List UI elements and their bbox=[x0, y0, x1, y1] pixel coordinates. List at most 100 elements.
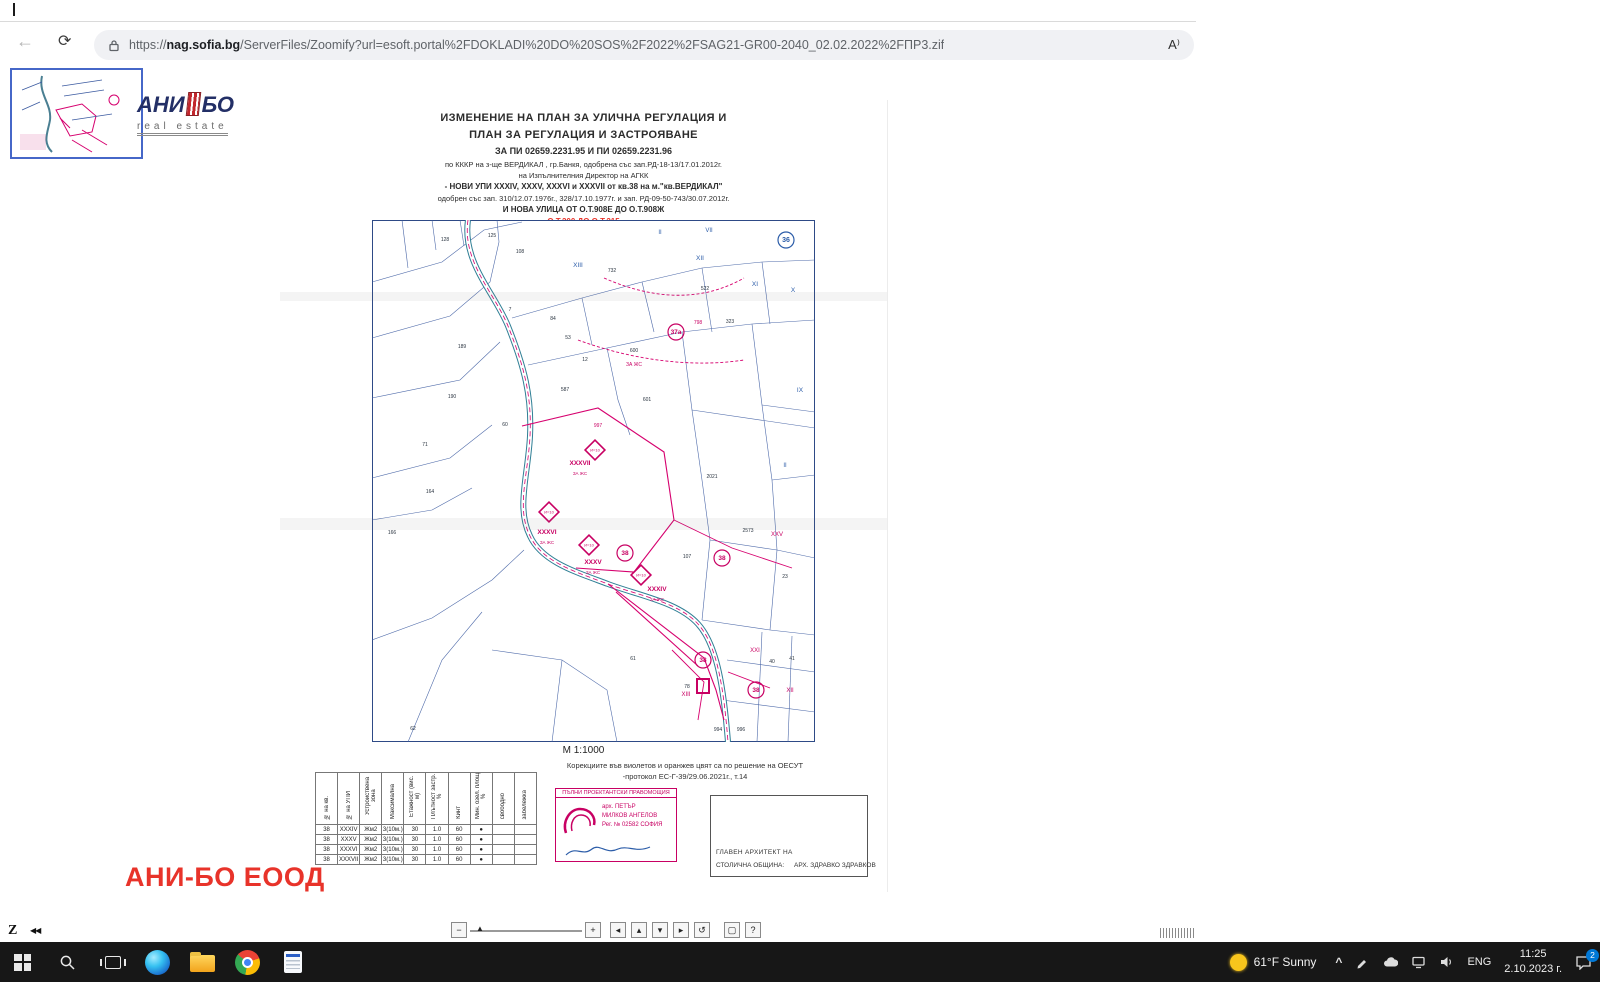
table-cell: XXXV bbox=[338, 835, 360, 845]
map-label: 38 bbox=[718, 555, 726, 562]
language-indicator[interactable]: ENG bbox=[1467, 956, 1491, 968]
table-cell: ● bbox=[470, 855, 492, 865]
task-view-button[interactable] bbox=[90, 942, 135, 982]
pan-down-button[interactable]: ▾ bbox=[652, 922, 668, 938]
map-label: 7 bbox=[509, 307, 512, 313]
pan-right-button[interactable]: ▸ bbox=[673, 922, 689, 938]
zoom-slider[interactable]: ▲ bbox=[470, 922, 582, 938]
table-cell: XXXVII bbox=[338, 855, 360, 865]
map-label: 732 bbox=[608, 268, 617, 274]
chrome-icon bbox=[235, 950, 260, 975]
taskbar-item-chrome[interactable] bbox=[225, 942, 270, 982]
stamp-line: арх. ПЕТЪР bbox=[602, 803, 672, 812]
table-cell: 30 bbox=[404, 825, 426, 835]
file-explorer-icon bbox=[190, 955, 215, 972]
back-button[interactable]: ← bbox=[16, 31, 34, 52]
table-cell bbox=[492, 845, 514, 855]
chief-architect-box: ГЛАВЕН АРХИТЕКТ НА СТОЛИЧНА ОБЩИНА: АРХ.… bbox=[710, 795, 868, 877]
rewind-button[interactable]: ◀◀ bbox=[30, 926, 40, 935]
table-row: 38XXXVIЖм23(10м.)301.060● bbox=[316, 845, 537, 855]
map-label: 38 bbox=[752, 687, 760, 694]
agency-logo: АНИ БО real estate bbox=[137, 92, 267, 136]
map-label: ЗА ЖС bbox=[540, 540, 555, 545]
title-line: на Изпълнителния Директор на АГКК bbox=[280, 170, 887, 181]
title-line: по КККР на з-ще ВЕРДИКАЛ , гр.Банкя, одо… bbox=[280, 159, 887, 170]
read-aloud-icon[interactable]: A⁾ bbox=[1168, 37, 1180, 53]
urban-parameters-table: № на кв.№ на УПИУстройствена зонаМаксима… bbox=[315, 772, 537, 865]
zoomify-logo[interactable]: Z bbox=[8, 923, 17, 939]
map-label: XXI bbox=[750, 648, 760, 654]
chamber-logo-glyph bbox=[560, 803, 600, 839]
map-label: 71 bbox=[422, 442, 428, 448]
map-label: 107 bbox=[683, 554, 692, 560]
address-bar[interactable]: https://nag.sofia.bg/ServerFiles/Zoomify… bbox=[94, 30, 1194, 60]
table-column-header: № на УПИ bbox=[338, 773, 360, 825]
table-cell: 1.0 bbox=[426, 855, 448, 865]
note-line: -протокол ЕС-Г-39/29.06.2021г., т.14 bbox=[535, 771, 835, 782]
reset-view-button[interactable]: ↺ bbox=[694, 922, 710, 938]
table-cell: 30 bbox=[404, 835, 426, 845]
help-button[interactable]: ? bbox=[745, 922, 761, 938]
pan-left-button[interactable]: ◂ bbox=[610, 922, 626, 938]
table-column-header: Максимална bbox=[382, 773, 404, 825]
map-label: 108 bbox=[516, 249, 525, 255]
search-button[interactable] bbox=[45, 942, 90, 982]
map-label: XII bbox=[786, 688, 794, 694]
municipality-label: СТОЛИЧНА ОБЩИНА: bbox=[716, 862, 784, 869]
document-page: ИЗМЕНЕНИЕ НА ПЛАН ЗА УЛИЧНА РЕГУЛАЦИЯ И … bbox=[280, 100, 888, 892]
map-labels: 36XIIIXIIXIXIIVIIIXII1281251087325223231… bbox=[388, 228, 804, 733]
task-view-icon bbox=[105, 956, 121, 969]
table-cell: 38 bbox=[316, 835, 338, 845]
taskbar-item-document-app[interactable] bbox=[270, 942, 315, 982]
table-cell: 1.0 bbox=[426, 825, 448, 835]
map-label: 798 bbox=[694, 320, 703, 326]
refresh-button[interactable]: ⟳ bbox=[58, 31, 71, 51]
map-label: 41 bbox=[789, 656, 795, 662]
zoom-slider-track[interactable] bbox=[470, 930, 582, 932]
map-label: ЗА ЖС bbox=[586, 570, 601, 575]
taskbar-item-file-explorer[interactable] bbox=[180, 942, 225, 982]
zoom-in-button[interactable]: + bbox=[585, 922, 601, 938]
table-column-header: Мин. озел. площ % bbox=[470, 773, 492, 825]
onedrive-icon[interactable] bbox=[1382, 956, 1398, 969]
table-cell: 3(10м.) bbox=[382, 855, 404, 865]
table-cell: Жм2 bbox=[360, 845, 382, 855]
volume-icon[interactable] bbox=[1439, 955, 1454, 969]
map-label: XXXVII bbox=[570, 460, 591, 467]
signature-scribble bbox=[564, 843, 654, 859]
map-label: 2021 bbox=[706, 474, 717, 480]
map-label: 600 bbox=[630, 348, 639, 354]
logo-part2: БО bbox=[202, 94, 234, 116]
map-label: XI bbox=[752, 281, 758, 288]
zoom-out-button[interactable]: − bbox=[451, 922, 467, 938]
resize-grip[interactable] bbox=[1160, 928, 1194, 938]
table-cell bbox=[514, 825, 536, 835]
taskbar-clock[interactable]: 11:25 2.10.2023 г. bbox=[1504, 947, 1562, 977]
table-cell: 60 bbox=[448, 825, 470, 835]
start-button[interactable] bbox=[0, 942, 45, 982]
map-label: 601 bbox=[643, 397, 652, 403]
fullscreen-button[interactable]: ▢ bbox=[724, 922, 740, 938]
table-header-row: № на кв.№ на УПИУстройствена зонаМаксима… bbox=[316, 773, 537, 825]
zoom-slider-thumb[interactable]: ▲ bbox=[476, 924, 484, 933]
map-label: 38 bbox=[699, 657, 707, 664]
map-label: II bbox=[658, 230, 662, 236]
notification-center-button[interactable]: 2 bbox=[1575, 955, 1592, 970]
map-label: 36 bbox=[782, 237, 790, 244]
map-label: 125 bbox=[488, 233, 497, 239]
table-column-header: № на кв. bbox=[316, 773, 338, 825]
table-column-header: забележка bbox=[514, 773, 536, 825]
network-icon[interactable] bbox=[1411, 955, 1426, 969]
pan-up-button[interactable]: ▴ bbox=[631, 922, 647, 938]
zoomify-navigator-thumbnail[interactable] bbox=[10, 68, 143, 159]
table-cell: 60 bbox=[448, 855, 470, 865]
hidden-icons-chevron[interactable]: ^ bbox=[1335, 955, 1342, 969]
search-icon bbox=[59, 954, 76, 971]
taskbar-item-edge[interactable] bbox=[135, 942, 180, 982]
site-info-icon[interactable] bbox=[108, 39, 120, 52]
tray-pen-icon[interactable] bbox=[1355, 955, 1369, 969]
table-cell: 3(10м.) bbox=[382, 825, 404, 835]
weather-widget[interactable]: 61°F Sunny bbox=[1224, 954, 1323, 971]
table-cell: 38 bbox=[316, 825, 338, 835]
map-label: И=10 bbox=[584, 543, 594, 548]
